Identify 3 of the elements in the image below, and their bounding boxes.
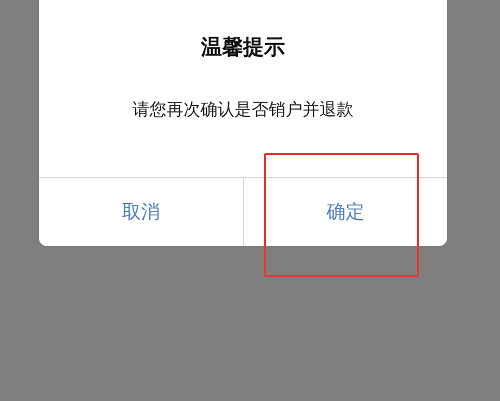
dialog-message: 请您再次确认是否销户并退款: [132, 99, 354, 121]
dialog-title: 温馨提示: [201, 34, 285, 61]
confirm-button[interactable]: 确定: [242, 178, 447, 246]
